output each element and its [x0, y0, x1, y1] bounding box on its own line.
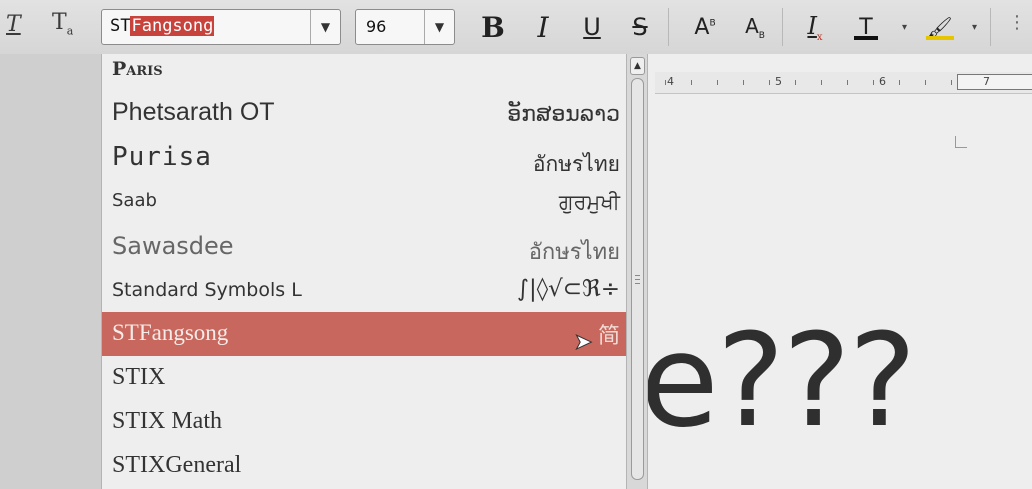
- font-list-item[interactable]: STIXGeneral: [102, 444, 626, 488]
- ruler-tick: [795, 80, 796, 85]
- font-item-sample: อักษรไทย: [528, 240, 620, 265]
- subscript-icon: AB: [745, 13, 765, 41]
- toolbar-separator: [668, 8, 669, 46]
- font-list-item[interactable]: Saab ਗੁਰਮੁਖੀ: [102, 182, 626, 226]
- ruler-margin-indicator[interactable]: [957, 74, 1032, 90]
- ruler-tick: [691, 80, 692, 85]
- ruler-label: 6: [879, 75, 886, 88]
- italic-icon: I: [537, 10, 549, 44]
- clear-direct-formatting-icon[interactable]: T: [6, 12, 21, 37]
- ruler-tick: [951, 80, 952, 85]
- font-list-item-selected[interactable]: STFangsong 简: [102, 312, 626, 356]
- font-item-name: STIX Math: [112, 408, 222, 434]
- formatting-toolbar: T Ta STFangsong ▼ 96 ▼ B I U S AB AB Ix …: [0, 0, 1032, 54]
- ruler-tick: [769, 80, 770, 85]
- ruler-label: 7: [983, 75, 990, 88]
- font-size-value[interactable]: 96: [366, 17, 386, 36]
- ruler-label: 4: [667, 75, 674, 88]
- ruler-tick: [899, 80, 900, 85]
- chevron-down-icon: ▼: [434, 20, 445, 34]
- font-item-sample: 简: [597, 324, 620, 349]
- font-item-name: STIXGeneral: [112, 452, 242, 478]
- font-item-name: Phetsarath OT: [112, 98, 275, 126]
- ruler-tick: [743, 80, 744, 85]
- horizontal-ruler[interactable]: 4 5 6 7: [655, 72, 1032, 94]
- ruler-label: 5: [775, 75, 782, 88]
- font-item-sample: ਗੁਰਮੁਖੀ: [558, 190, 620, 214]
- font-color-dropdown-arrow[interactable]: ▾: [902, 22, 907, 33]
- font-item-sample: ∫|◊√⊂ℜ÷: [516, 276, 620, 302]
- font-list-item[interactable]: STIX Math: [102, 400, 626, 444]
- font-list-item[interactable]: Purisa อักษรไทย: [102, 136, 626, 180]
- italic-button[interactable]: I: [530, 10, 556, 44]
- font-list-item[interactable]: STIX: [102, 356, 626, 400]
- strikethrough-icon: S: [632, 13, 648, 41]
- bold-icon: B: [481, 10, 505, 44]
- font-item-sample: อักษรไทย: [532, 152, 620, 176]
- font-color-button[interactable]: T: [850, 10, 882, 44]
- underline-button[interactable]: U: [578, 10, 606, 44]
- toolbar-separator: [990, 8, 991, 46]
- highlight-swatch: [926, 36, 954, 40]
- chevron-up-icon: ▲: [634, 61, 641, 71]
- font-size-dropdown-button[interactable]: ▼: [424, 10, 454, 44]
- ruler-tick: [717, 80, 718, 85]
- strikethrough-button[interactable]: S: [626, 10, 654, 44]
- ruler-tick: [925, 80, 926, 85]
- font-name-dropdown-button[interactable]: ▼: [310, 10, 340, 44]
- font-list-item[interactable]: Phetsarath OT ອັກສອນລາວ: [102, 92, 626, 136]
- ruler-tick: [821, 80, 822, 85]
- font-item-name: Purisa: [112, 142, 212, 172]
- font-item-name: STFangsong: [112, 320, 229, 345]
- font-list-item[interactable]: Sawasdee อักษรไทย: [102, 226, 626, 270]
- more-icon[interactable]: ⋮: [1008, 12, 1026, 33]
- font-item-sample: ອັກສອນລາວ: [507, 102, 620, 127]
- mouse-cursor-icon: ➤: [573, 330, 593, 356]
- ruler-tick: [847, 80, 848, 85]
- scroll-grip: [635, 283, 640, 284]
- ruler-tick: [873, 80, 874, 85]
- highlight-button[interactable]: 🖌: [924, 10, 956, 44]
- font-list-item[interactable]: Standard Symbols L ∫|◊√⊂ℜ÷: [102, 270, 626, 314]
- subscript-button[interactable]: AB: [740, 10, 770, 44]
- font-name-value[interactable]: STFangsong: [110, 16, 215, 36]
- clear-formatting-icon: Ix: [807, 11, 823, 43]
- ruler-tick: [665, 80, 666, 85]
- font-color-swatch: [854, 36, 878, 40]
- scroll-up-button[interactable]: ▲: [630, 57, 645, 75]
- superscript-icon: AB: [694, 14, 716, 40]
- font-item-name: Saab: [112, 190, 157, 211]
- toolbar-separator: [782, 8, 783, 46]
- font-name-dropdown-list[interactable]: Paris Phetsarath OT ອັກສອນລາວ Purisa อัก…: [101, 54, 627, 489]
- document-text[interactable]: e???: [640, 318, 917, 446]
- font-item-name: Paris: [112, 58, 163, 80]
- font-size-combobox[interactable]: 96 ▼: [355, 9, 455, 45]
- character-style-icon[interactable]: Ta: [52, 10, 73, 37]
- font-list-item[interactable]: Paris: [102, 54, 626, 88]
- highlight-dropdown-arrow[interactable]: ▾: [972, 22, 977, 33]
- font-name-combobox[interactable]: STFangsong ▼: [101, 9, 341, 45]
- scroll-grip: [635, 275, 640, 276]
- text-boundary-corner: [955, 136, 967, 148]
- scroll-grip: [635, 279, 640, 280]
- clear-formatting-button[interactable]: Ix: [800, 10, 830, 44]
- font-item-name: STIX: [112, 364, 166, 390]
- font-item-name: Sawasdee: [112, 232, 234, 260]
- scrollbar-thumb[interactable]: [631, 78, 644, 480]
- bold-button[interactable]: B: [478, 10, 508, 44]
- superscript-button[interactable]: AB: [690, 10, 720, 44]
- underline-icon: U: [583, 13, 601, 41]
- font-list-scrollbar[interactable]: ▲: [627, 54, 648, 489]
- font-item-name: Standard Symbols L: [112, 279, 302, 301]
- chevron-down-icon: ▼: [320, 20, 331, 34]
